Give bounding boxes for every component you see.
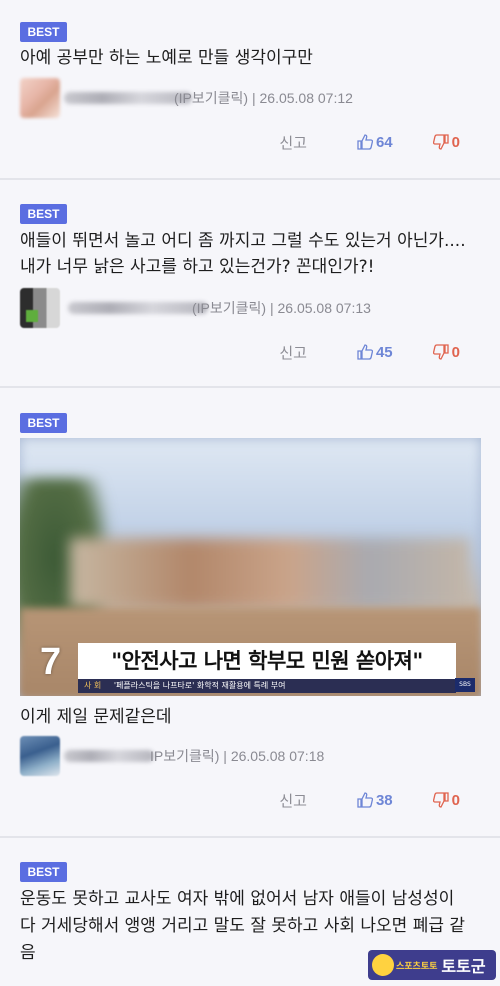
comment-meta: IP보기클릭) | 26.05.08 07:18 — [20, 736, 480, 776]
news-subtitle-bar: 사 회 '페플라스틱을 나프타로' 화학적 재활용에 특례 부여 — [78, 679, 456, 693]
best-badge: BEST — [20, 413, 67, 433]
dislike-count: 0 — [451, 343, 460, 361]
watermark-brand: 토토군 — [441, 957, 486, 976]
blurred-nickname[interactable] — [64, 92, 192, 104]
comment-text-line: 내가 너무 낡은 사고를 하고 있는건가? 꼰대인가?! — [20, 257, 375, 277]
comment-text: 이게 제일 문제같은데 — [20, 707, 172, 727]
ip-link[interactable]: (IP보기클릭) | 26.05.08 07:13 — [192, 298, 371, 318]
thumbs-down-icon — [432, 792, 449, 808]
comment-meta: (IP보기클릭) | 26.05.08 07:12 — [20, 78, 480, 118]
best-badge: BEST — [20, 862, 67, 882]
site-watermark: 스포츠토토 토토군 — [368, 950, 496, 980]
comment-actions: 신고 45 0 — [279, 341, 460, 363]
report-button[interactable]: 신고 — [279, 132, 307, 153]
comment-card: BEST 7 "안전사고 나면 학부모 민원 쏟아져" 사 회 '페플라스틱을 … — [0, 390, 500, 838]
comment-card: BEST 아예 공부만 하는 노예로 만들 생각이구만 (IP보기클릭) | 2… — [0, 0, 500, 180]
dislike-button[interactable]: 0 — [432, 343, 460, 361]
best-badge: BEST — [20, 204, 67, 224]
thumbs-up-icon — [357, 344, 373, 360]
comment-actions: 신고 38 0 — [279, 789, 460, 811]
like-button[interactable]: 64 — [357, 134, 393, 151]
comment-actions: 신고 64 0 — [279, 131, 460, 153]
like-count: 38 — [375, 791, 393, 809]
thumbs-down-icon — [432, 344, 449, 360]
watermark-small-text: 스포츠토토 — [396, 961, 438, 972]
comment-text: 아예 공부만 하는 노예로 만들 생각이구만 — [20, 48, 313, 68]
channel-number: 7 — [40, 641, 62, 683]
like-button[interactable]: 38 — [357, 792, 393, 809]
comment-datetime: 26.05.08 07:18 — [230, 748, 325, 764]
comment-text-line: 운동도 못하고 교사도 여자 밖에 없어서 남자 애들이 남성성이 — [20, 889, 455, 909]
blurred-nickname[interactable] — [64, 750, 154, 762]
news-section-tag: 사 회 — [84, 681, 102, 690]
broadcaster-logo: SBS — [455, 678, 475, 692]
dislike-count: 0 — [451, 133, 460, 151]
comment-text-line: 애들이 뛰면서 놀고 어디 좀 까지고 그럴 수도 있는거 아닌가.... — [20, 231, 466, 251]
comment-card: BEST 애들이 뛰면서 놀고 어디 좀 까지고 그럴 수도 있는거 아닌가..… — [0, 182, 500, 388]
thumbs-up-icon — [357, 792, 373, 808]
comment-datetime: 26.05.08 07:13 — [277, 300, 371, 316]
news-headline: "안전사고 나면 학부모 민원 쏟아져" — [78, 643, 456, 679]
ip-link[interactable]: IP보기클릭) | 26.05.08 07:18 — [150, 746, 324, 766]
dislike-button[interactable]: 0 — [432, 133, 460, 151]
like-count: 64 — [375, 133, 393, 151]
comment-datetime: 26.05.08 07:12 — [259, 90, 353, 106]
dislike-count: 0 — [451, 791, 460, 809]
thumbs-up-icon — [357, 134, 373, 150]
news-subtitle: '페플라스틱을 나프타로' 화학적 재활용에 특례 부여 — [113, 681, 286, 690]
report-button[interactable]: 신고 — [279, 790, 307, 811]
blurred-nickname[interactable] — [68, 302, 208, 314]
attached-news-image[interactable]: 7 "안전사고 나면 학부모 민원 쏟아져" 사 회 '페플라스틱을 나프타로'… — [20, 438, 481, 696]
comment-meta: (IP보기클릭) | 26.05.08 07:13 — [20, 288, 480, 328]
like-button[interactable]: 45 — [357, 344, 393, 361]
mascot-icon — [372, 954, 394, 976]
avatar[interactable] — [20, 288, 60, 328]
like-count: 45 — [375, 343, 393, 361]
best-badge: BEST — [20, 22, 67, 42]
comment-text-line: 다 거세당해서 앵앵 거리고 말도 잘 못하고 사회 나오면 폐급 같 — [20, 916, 466, 936]
ip-link[interactable]: (IP보기클릭) | 26.05.08 07:12 — [174, 88, 353, 108]
thumbs-down-icon — [432, 134, 449, 150]
avatar[interactable] — [20, 78, 60, 118]
avatar[interactable] — [20, 736, 60, 776]
comment-text: 애들이 뛰면서 놀고 어디 좀 까지고 그럴 수도 있는거 아닌가.... 내가… — [20, 228, 485, 280]
report-button[interactable]: 신고 — [279, 342, 307, 363]
dislike-button[interactable]: 0 — [432, 791, 460, 809]
